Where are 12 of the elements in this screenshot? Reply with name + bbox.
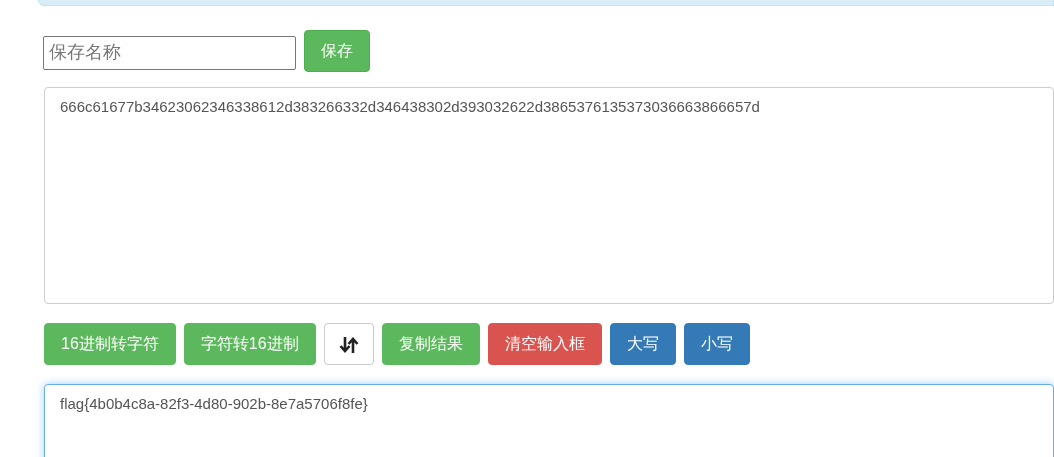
action-button[interactable]: 16进制转字符 xyxy=(44,323,176,365)
output-textarea[interactable]: flag{4b0b4c8a-82f3-4d80-902b-8e7a5706f8fe} xyxy=(44,384,1054,457)
swap-button[interactable] xyxy=(323,323,374,365)
action-button[interactable]: 字符转16进制 xyxy=(183,323,316,365)
sort-arrows-icon xyxy=(338,335,359,354)
action-button[interactable]: 大写 xyxy=(609,323,676,365)
save-button[interactable]: 保存 xyxy=(304,30,370,72)
action-button[interactable]: 清空输入框 xyxy=(487,323,602,365)
action-button[interactable]: 复制结果 xyxy=(381,323,480,365)
save-name-field[interactable]: 保存名称 xyxy=(43,35,296,70)
input-textarea[interactable]: 666c61677b34623062346338612d383266332d346438302d393032622d3865376135373036663866657d xyxy=(44,87,1054,304)
action-button[interactable]: 小写 xyxy=(683,323,750,365)
